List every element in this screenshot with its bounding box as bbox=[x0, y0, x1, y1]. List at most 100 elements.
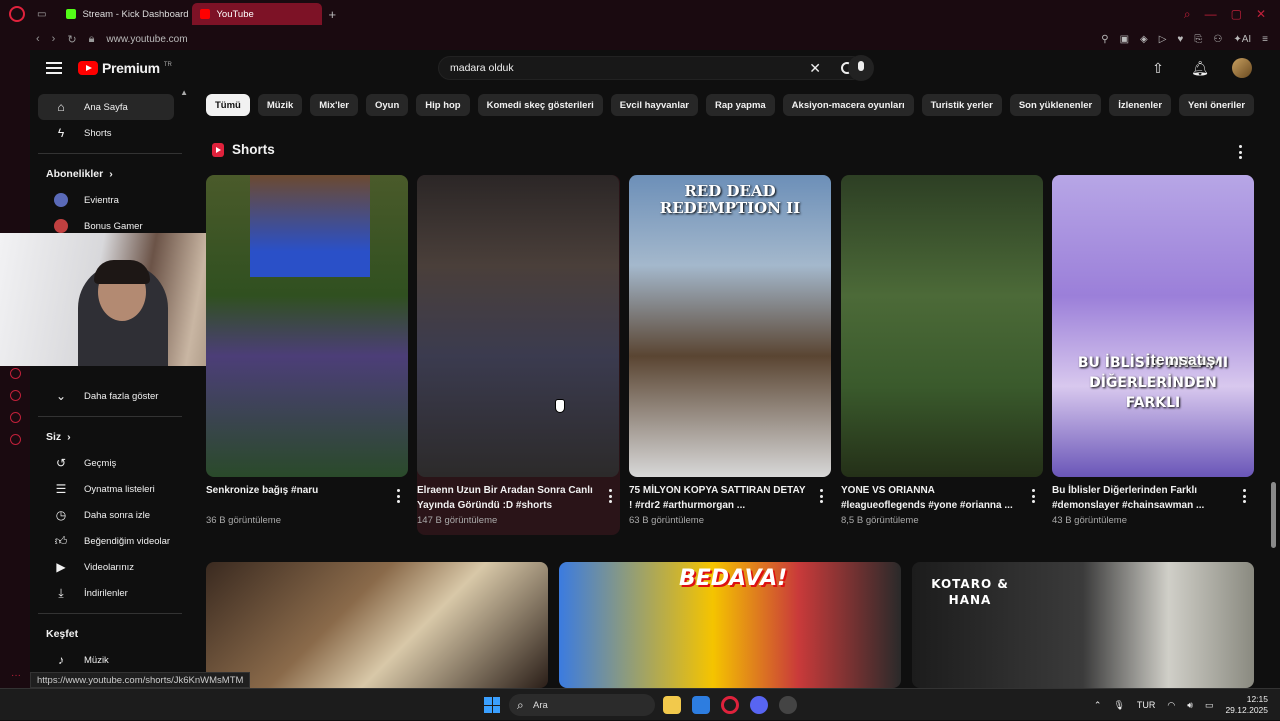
back-icon[interactable]: ‹ bbox=[36, 33, 40, 46]
url-field[interactable]: www.youtube.com bbox=[106, 34, 187, 45]
snapshot-icon[interactable]: ⎘ bbox=[1194, 34, 1202, 45]
chip[interactable]: İzlenenler bbox=[1109, 94, 1172, 116]
extension-icon[interactable]: ▣ bbox=[1120, 34, 1129, 45]
sidebar-item-home[interactable]: ⌂ Ana Sayfa bbox=[38, 94, 174, 120]
chip[interactable]: Hip hop bbox=[416, 94, 470, 116]
guide-menu-icon[interactable] bbox=[46, 62, 62, 74]
short-thumbnail[interactable] bbox=[841, 175, 1043, 477]
user-icon[interactable]: ⚇ bbox=[1213, 34, 1222, 45]
maximize-button[interactable]: ▢ bbox=[1231, 7, 1242, 22]
page-scrollbar[interactable] bbox=[1271, 482, 1276, 548]
shelf-more-icon[interactable] bbox=[1238, 145, 1242, 159]
settings-icon[interactable] bbox=[10, 434, 21, 445]
short-thumbnail[interactable]: BU İBLİSİN ANLAMI DİĞERLERİNDEN FARKLI bbox=[1052, 175, 1254, 477]
language-indicator[interactable]: TUR bbox=[1137, 700, 1156, 710]
video-thumbnail[interactable]: KOTARO & HANA bbox=[912, 562, 1254, 688]
sidebar-item-channel[interactable]: Evientra bbox=[38, 187, 174, 213]
short-title[interactable]: YONE VS ORIANNA #leagueoflegends #yone #… bbox=[841, 484, 1043, 513]
ai-icon[interactable]: ✦AI bbox=[1233, 34, 1251, 45]
short-card[interactable]: Elraenn Uzun Bir Aradan Sonra Canlı Yayı… bbox=[417, 175, 620, 535]
sidebar-item-downloads[interactable]: ⤓ İndirilenler bbox=[38, 580, 174, 606]
short-thumbnail[interactable] bbox=[206, 175, 408, 477]
more-actions-icon[interactable] bbox=[396, 489, 400, 503]
clear-search-icon[interactable]: ✕ bbox=[809, 60, 821, 77]
sidebar-item-history[interactable]: ↺ Geçmiş bbox=[38, 450, 174, 476]
short-card[interactable]: RED DEAD REDEMPTION II 75 MİLYON KOPYA S… bbox=[629, 175, 831, 526]
reload-icon[interactable]: ↻ bbox=[67, 33, 76, 46]
battery-icon[interactable]: ▭ bbox=[1205, 700, 1214, 711]
wifi-icon[interactable]: ◠ bbox=[1167, 700, 1175, 711]
file-explorer-icon[interactable] bbox=[663, 696, 681, 714]
subscriptions-heading[interactable]: Abonelikler › bbox=[30, 161, 190, 187]
tab-kick-dashboard[interactable]: Stream - Kick Dashboard bbox=[58, 3, 188, 25]
windows-start-icon[interactable] bbox=[484, 697, 500, 713]
taskbar-search[interactable]: Ara bbox=[509, 694, 655, 716]
short-title[interactable]: Senkronize bağış #naru bbox=[206, 484, 408, 513]
chip[interactable]: Rap yapma bbox=[705, 94, 775, 116]
tab-overview-icon[interactable]: ▭ bbox=[37, 9, 46, 20]
short-card[interactable]: YONE VS ORIANNA #leagueoflegends #yone #… bbox=[841, 175, 1043, 526]
chip[interactable]: Evcil hayvanlar bbox=[610, 94, 698, 116]
volume-icon[interactable]: 🔊︎ bbox=[1187, 700, 1193, 711]
avatar[interactable] bbox=[1232, 58, 1252, 78]
short-thumbnail[interactable]: RED DEAD REDEMPTION II bbox=[629, 175, 831, 477]
short-title[interactable]: 75 MİLYON KOPYA SATTIRAN DETAY ! #rdr2 #… bbox=[629, 484, 831, 513]
sidebar-item-liked[interactable]: 👍︎ Beğendiğim videolar bbox=[38, 528, 174, 554]
tray-chevron-icon[interactable]: ⌃ bbox=[1094, 700, 1102, 711]
microphone-icon[interactable]: 🎙︎ bbox=[1113, 700, 1124, 711]
pin-icon[interactable]: ⚲ bbox=[1101, 34, 1108, 45]
obs-icon[interactable] bbox=[779, 696, 797, 714]
video-thumbnail[interactable]: BEDAVA! bbox=[559, 562, 901, 688]
sidebar-item-watch-later[interactable]: ◷ Daha sonra izle bbox=[38, 502, 174, 528]
tab-youtube[interactable]: YouTube bbox=[192, 3, 323, 25]
discord-icon[interactable] bbox=[750, 696, 768, 714]
notifications-bell-icon[interactable]: 🔔︎ bbox=[1190, 58, 1210, 78]
opera-logo-icon[interactable] bbox=[9, 6, 25, 22]
sidebar-more-icon[interactable]: ··· bbox=[11, 670, 21, 681]
sidebar-item-music[interactable]: ♪ Müzik bbox=[38, 647, 174, 673]
show-more-button[interactable]: ⌄ Daha fazla göster bbox=[38, 383, 174, 409]
chip[interactable]: Yeni öneriler bbox=[1179, 94, 1255, 116]
close-button[interactable]: ✕ bbox=[1256, 7, 1266, 22]
chip[interactable]: Müzik bbox=[257, 94, 303, 116]
short-thumbnail[interactable] bbox=[417, 175, 619, 477]
minimize-button[interactable]: — bbox=[1205, 7, 1217, 22]
menu-icon[interactable]: ≡ bbox=[1262, 34, 1268, 45]
pinboard-icon[interactable] bbox=[10, 412, 21, 423]
sidebar-item-shorts[interactable]: ϟ Shorts bbox=[38, 120, 174, 146]
short-title[interactable]: Bu İblisler Diğerlerinden Farklı #demons… bbox=[1052, 484, 1254, 513]
opera-icon[interactable] bbox=[721, 696, 739, 714]
sidebar-item-your-videos[interactable]: ▶ Videolarınız bbox=[38, 554, 174, 580]
shield-icon[interactable]: ◈ bbox=[1140, 34, 1148, 45]
heart-icon[interactable]: ♥ bbox=[1177, 34, 1183, 45]
store-icon[interactable] bbox=[692, 696, 710, 714]
chip[interactable]: Turistik yerler bbox=[921, 94, 1002, 116]
voice-search-button[interactable] bbox=[848, 55, 874, 81]
more-actions-icon[interactable] bbox=[819, 489, 823, 503]
video-thumbnail[interactable] bbox=[206, 562, 548, 688]
chip[interactable]: Oyun bbox=[365, 94, 409, 116]
chip[interactable]: Aksiyon-macera oyunları bbox=[782, 94, 914, 116]
chip[interactable]: Son yüklenenler bbox=[1009, 94, 1102, 116]
short-card[interactable]: Senkronize bağış #naru 36 B görüntüleme bbox=[206, 175, 408, 526]
chip-all[interactable]: Tümü bbox=[206, 94, 250, 116]
short-card[interactable]: BU İBLİSİN ANLAMI DİĞERLERİNDEN FARKLI B… bbox=[1052, 175, 1254, 526]
clock[interactable]: 12:15 29.12.2025 bbox=[1225, 694, 1268, 716]
history-icon[interactable] bbox=[10, 390, 21, 401]
youtube-logo[interactable]: Premium TR bbox=[78, 60, 172, 76]
you-heading[interactable]: Siz › bbox=[30, 424, 190, 450]
forward-icon[interactable]: › bbox=[52, 33, 56, 46]
more-actions-icon[interactable] bbox=[608, 489, 612, 503]
play-icon[interactable]: ▷ bbox=[1159, 34, 1167, 45]
short-title[interactable]: Elraenn Uzun Bir Aradan Sonra Canlı Yayı… bbox=[417, 484, 619, 513]
more-actions-icon[interactable] bbox=[1031, 489, 1035, 503]
collapse-chevron-icon[interactable]: ▲ bbox=[180, 88, 188, 97]
search-input[interactable]: madara olduk ✕ bbox=[438, 56, 864, 80]
chip[interactable]: Komedi skeç gösterileri bbox=[477, 94, 603, 116]
chip[interactable]: Mix'ler bbox=[310, 94, 358, 116]
new-tab-button[interactable]: + bbox=[328, 7, 336, 22]
sidebar-app-icon[interactable] bbox=[10, 368, 21, 379]
sidebar-item-playlists[interactable]: ☰ Oynatma listeleri bbox=[38, 476, 174, 502]
search-tabs-icon[interactable]: ⌕ bbox=[1184, 7, 1191, 22]
more-actions-icon[interactable] bbox=[1242, 489, 1246, 503]
